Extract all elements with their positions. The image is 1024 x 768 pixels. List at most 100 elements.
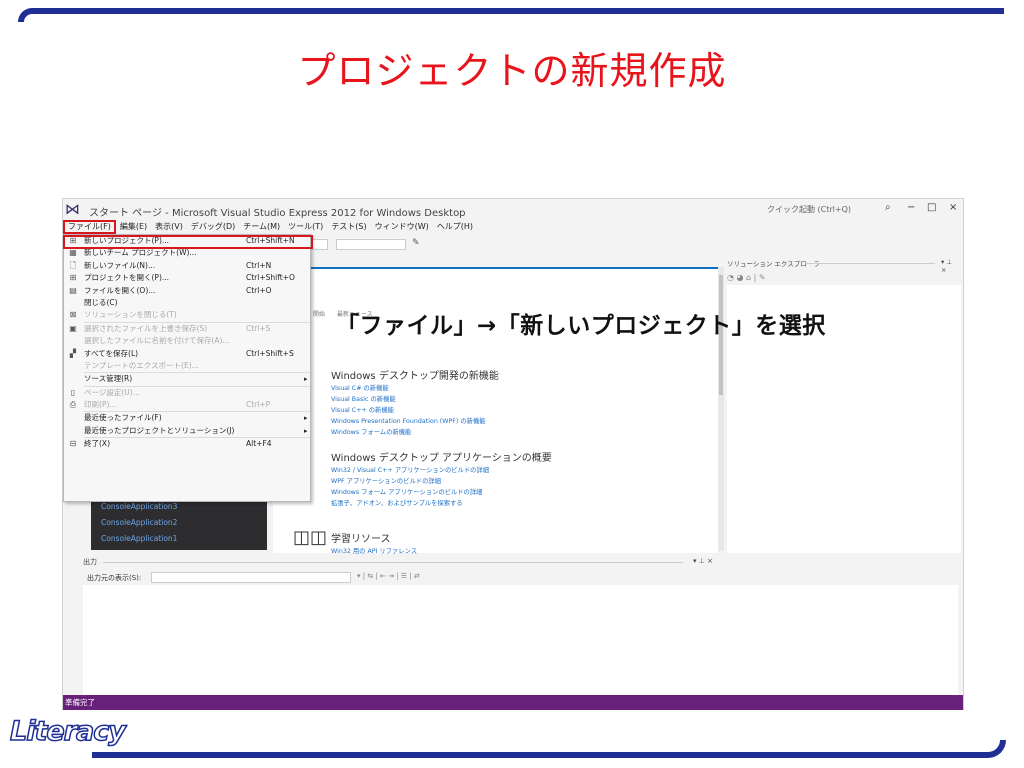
page-setup-icon: ▯ [70, 387, 76, 397]
visual-studio-icon: ⋈ [65, 200, 80, 218]
menu-team[interactable]: チーム(M) [239, 220, 284, 234]
menu-edit[interactable]: 編集(E) [116, 220, 151, 234]
menu-item-label: 最近使ったプロジェクトとソリューション(J) [84, 425, 235, 435]
recent-project-link[interactable]: ConsoleApplication3 [101, 502, 177, 511]
save-icon: ▣ [69, 323, 77, 333]
search-icon[interactable]: ⌕ [885, 202, 891, 213]
menu-file[interactable]: ファイル(F) [63, 220, 116, 234]
section-link[interactable]: Windows フォームの新機能 [331, 427, 411, 436]
output-body [83, 585, 958, 695]
close-solution-icon: ⊠ [69, 310, 77, 320]
open-book-icon: ◫◫ [293, 527, 328, 548]
toolbar-pin-icon[interactable]: ✎ [412, 238, 420, 248]
file-menu-item: ⎙ 印刷(P)... Ctrl+P [64, 399, 310, 411]
file-menu-item: テンプレートのエクスポート(E)... [64, 360, 310, 372]
section-title: Windows デスクトップ開発の新機能 [331, 371, 499, 382]
exit-icon: ⊟ [69, 439, 77, 449]
menu-item-shortcut: Ctrl+N [246, 260, 272, 270]
output-source-select[interactable] [151, 572, 351, 583]
status-bar: 準備完了 [63, 695, 963, 710]
menu-test[interactable]: テスト(S) [327, 220, 370, 234]
menu-item-label: 最近使ったファイル(F) [84, 413, 162, 423]
submenu-arrow-icon: ▸ [304, 426, 308, 435]
menu-item-shortcut: Ctrl+Shift+O [246, 273, 295, 283]
solution-explorer-header: ソリューション エクスプローラー ▾ ⊥ × [727, 258, 959, 274]
file-menu-item[interactable]: ⊞ 新しいプロジェクト(P)... Ctrl+Shift+N [63, 235, 313, 249]
file-menu-item[interactable]: ソース管理(R) ▸ [64, 373, 310, 385]
menu-item-shortcut: Alt+F4 [246, 439, 272, 449]
team-project-icon: ▦ [69, 248, 77, 258]
file-menu-item: ▣ 選択されたファイルを上書き保存(S) Ctrl+S [64, 323, 310, 335]
file-menu-item[interactable]: ▤ ファイルを開く(O)... Ctrl+O [64, 285, 310, 297]
menu-bar: ファイル(F) 編集(E) 表示(V) デバッグ(D) チーム(M) ツール(T… [63, 220, 963, 234]
section-title: Windows デスクトップ アプリケーションの概要 [331, 453, 552, 464]
file-menu-item: 選択したファイルに名前を付けて保存(A)... [64, 335, 310, 347]
recent-project-link[interactable]: ConsoleApplication1 [101, 534, 177, 543]
menu-item-label: ソリューションを閉じる(T) [84, 310, 177, 320]
menu-item-label: ファイルを開く(O)... [84, 285, 156, 295]
close-button[interactable]: × [949, 202, 957, 213]
solution-explorer-toolbar[interactable]: ◔ ◕ ⌂ | ✎ [727, 273, 766, 282]
slide: プロジェクトの新規作成 Literacy ⋈ スタート ページ - Micros… [0, 0, 1024, 768]
tab-start[interactable]: 開始 [313, 311, 325, 318]
output-source-label: 出力元の表示(S): [87, 574, 142, 582]
output-header: 出力 ▾ ⊥ × [83, 557, 723, 567]
menu-item-shortcut: Ctrl+S [246, 323, 271, 333]
toolbar: ✎ [308, 237, 468, 252]
save-all-icon: ▞ [69, 348, 77, 358]
section-link[interactable]: Windows フォーム アプリケーションのビルドの詳細 [331, 487, 482, 496]
file-menu-item[interactable]: 最近使ったプロジェクトとソリューション(J) ▸ [64, 425, 310, 437]
menu-window[interactable]: ウィンドウ(W) [371, 220, 433, 234]
file-menu-item[interactable]: 閉じる(C) [64, 297, 310, 309]
menu-item-shortcut: Ctrl+Shift+S [246, 348, 294, 358]
menu-item-label: プロジェクトを開く(P)... [84, 273, 170, 283]
menu-item-label: テンプレートのエクスポート(E)... [84, 360, 199, 370]
section-link[interactable]: Visual C++ の新機能 [331, 405, 394, 414]
file-menu-item[interactable]: 最近使ったファイル(F) ▸ [64, 412, 310, 424]
menu-item-label: 閉じる(C) [84, 297, 118, 307]
platform-select[interactable] [336, 239, 406, 250]
slide-frame-bottom [92, 740, 1006, 758]
file-menu-item[interactable]: ⊟ 終了(X) Alt+F4 [64, 438, 310, 450]
menu-item-label: すべてを保存(L) [84, 348, 139, 358]
menu-item-label: 新しいファイル(N)... [84, 260, 156, 270]
open-file-icon: ▤ [69, 285, 77, 295]
open-project-icon: ⊞ [69, 273, 77, 283]
new-file-icon: 🗋 [69, 260, 77, 270]
panel-pin-controls[interactable]: ▾ ⊥ × [941, 258, 959, 274]
section-link[interactable]: 拡張子、アドオン、およびサンプルを探索する [331, 498, 463, 507]
minimize-button[interactable]: − [907, 202, 915, 213]
menu-view[interactable]: 表示(V) [151, 220, 187, 234]
menu-item-label: ページ設定(U)... [84, 387, 140, 397]
quick-launch-input[interactable]: クイック起動 (Ctrl+Q) [763, 203, 883, 216]
menu-item-label: ソース管理(R) [84, 374, 133, 384]
section-link[interactable]: Visual C# の新機能 [331, 383, 389, 392]
recent-projects-panel: ConsoleApplication3 ConsoleApplication2 … [91, 494, 267, 550]
recent-project-link[interactable]: ConsoleApplication2 [101, 518, 177, 527]
instruction-callout: 「ファイル」→「新しいプロジェクト」を選択 [336, 313, 826, 339]
submenu-arrow-icon: ▸ [304, 375, 308, 384]
section-link[interactable]: Win32 用の API リファレンス [331, 546, 417, 555]
menu-item-shortcut: Ctrl+O [246, 285, 272, 295]
section-link[interactable]: Win32 / Visual C++ アプリケーションのビルドの詳細 [331, 465, 489, 474]
file-menu-item[interactable]: 🗋 新しいファイル(N)... Ctrl+N [64, 260, 310, 272]
restore-button[interactable]: □ [927, 202, 936, 213]
menu-tools[interactable]: ツール(T) [284, 220, 327, 234]
status-text: 準備完了 [65, 698, 95, 707]
output-pin-controls[interactable]: ▾ ⊥ × [693, 557, 713, 565]
window-title: スタート ページ - Microsoft Visual Studio Expre… [89, 208, 466, 219]
menu-help[interactable]: ヘルプ(H) [433, 220, 477, 234]
output-toolbar[interactable]: ▾ | ⇆ | ⇤ ⇥ | ☰ | ⇄ [357, 572, 420, 580]
menu-item-label: 選択されたファイルを上書き保存(S) [84, 323, 208, 333]
menu-debug[interactable]: デバッグ(D) [187, 220, 239, 234]
file-menu-item: ▯ ページ設定(U)... [64, 387, 310, 399]
file-menu-item[interactable]: ⊞ プロジェクトを開く(P)... Ctrl+Shift+O [64, 272, 310, 284]
section-link[interactable]: WPF アプリケーションのビルドの詳細 [331, 476, 441, 485]
file-menu-item[interactable]: ▞ すべてを保存(L) Ctrl+Shift+S [64, 348, 310, 360]
file-menu-item[interactable]: ▦ 新しいチーム プロジェクト(W)... [64, 247, 310, 259]
submenu-arrow-icon: ▸ [304, 414, 308, 423]
section-title: 学習リソース [331, 534, 391, 545]
file-menu-dropdown: ⊞ 新しいプロジェクト(P)... Ctrl+Shift+N ▦ 新しいチーム プロジェ… [63, 234, 313, 502]
section-link[interactable]: Windows Presentation Foundation (WPF) の新… [331, 416, 486, 425]
section-link[interactable]: Visual Basic の新機能 [331, 394, 396, 403]
